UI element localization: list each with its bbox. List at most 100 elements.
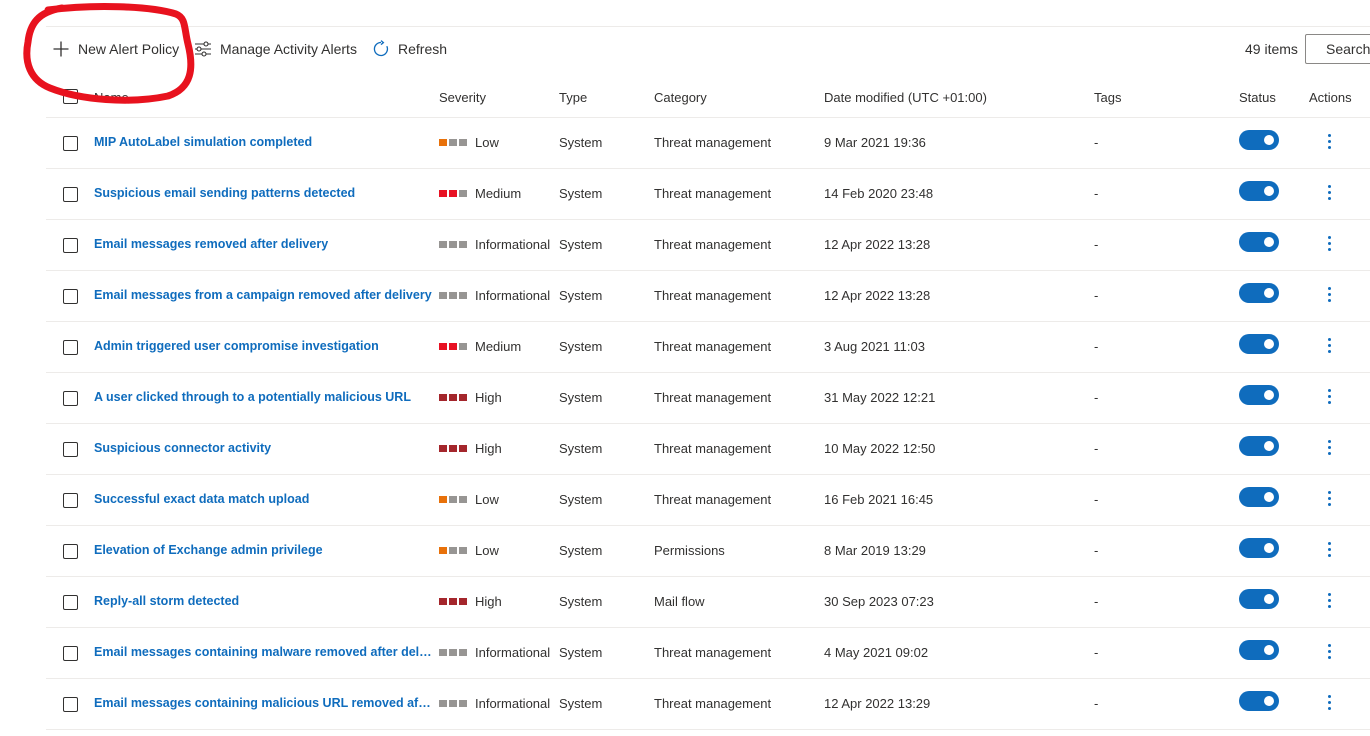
severity-label: Informational xyxy=(475,645,551,660)
column-header-status[interactable]: Status xyxy=(1239,90,1276,105)
new-alert-policy-button[interactable]: New Alert Policy xyxy=(52,32,179,66)
search-box[interactable] xyxy=(1305,34,1370,64)
more-actions-icon[interactable] xyxy=(1321,334,1337,356)
policy-name-link[interactable]: Suspicious email sending patterns detect… xyxy=(94,186,355,200)
table-header: Name Severity Type Category Date modifie… xyxy=(46,78,1370,118)
table-row[interactable]: MIP AutoLabel simulation completed Low Sys… xyxy=(46,118,1370,169)
severity-bar xyxy=(459,598,467,605)
refresh-button[interactable]: Refresh xyxy=(372,32,447,66)
table-row[interactable]: Suspicious email sending patterns detect… xyxy=(46,169,1370,220)
severity-indicator: Medium xyxy=(439,339,521,354)
status-toggle[interactable] xyxy=(1239,436,1279,456)
more-actions-icon[interactable] xyxy=(1321,640,1337,662)
table-row[interactable]: Email messages containing malicious URL … xyxy=(46,679,1370,730)
date-modified-cell: 9 Mar 2021 19:36 xyxy=(824,135,926,150)
type-cell: System xyxy=(559,288,603,303)
column-header-category[interactable]: Category xyxy=(654,90,707,105)
table-row[interactable]: Elevation of Exchange admin privilege Low… xyxy=(46,526,1370,577)
type-cell: System xyxy=(559,543,603,558)
policy-name-link[interactable]: Admin triggered user compromise investig… xyxy=(94,339,379,353)
column-header-date-modified[interactable]: Date modified (UTC +01:00) xyxy=(824,90,987,105)
row-checkbox[interactable] xyxy=(63,442,78,457)
column-header-type[interactable]: Type xyxy=(559,90,587,105)
severity-bars xyxy=(439,394,467,401)
toggle-knob xyxy=(1264,645,1274,655)
status-toggle[interactable] xyxy=(1239,283,1279,303)
status-toggle[interactable] xyxy=(1239,181,1279,201)
column-header-name[interactable]: Name xyxy=(94,90,129,105)
row-checkbox[interactable] xyxy=(63,187,78,202)
severity-bars xyxy=(439,343,467,350)
severity-bar xyxy=(439,190,447,197)
row-checkbox[interactable] xyxy=(63,136,78,151)
more-actions-icon[interactable] xyxy=(1321,130,1337,152)
row-checkbox[interactable] xyxy=(63,493,78,508)
status-toggle[interactable] xyxy=(1239,589,1279,609)
toggle-knob xyxy=(1264,492,1274,502)
status-toggle[interactable] xyxy=(1239,232,1279,252)
policy-name-link[interactable]: Reply-all storm detected xyxy=(94,594,239,608)
row-checkbox[interactable] xyxy=(63,595,78,610)
more-actions-icon[interactable] xyxy=(1321,487,1337,509)
table-row[interactable]: Email messages containing malware remove… xyxy=(46,628,1370,679)
severity-bar xyxy=(449,649,457,656)
more-actions-icon[interactable] xyxy=(1321,385,1337,407)
more-actions-icon[interactable] xyxy=(1321,181,1337,203)
status-toggle[interactable] xyxy=(1239,487,1279,507)
policy-name-link[interactable]: Elevation of Exchange admin privilege xyxy=(94,543,323,557)
column-header-severity[interactable]: Severity xyxy=(439,90,486,105)
manage-activity-alerts-button[interactable]: Manage Activity Alerts xyxy=(194,32,357,66)
table-row[interactable]: Suspicious connector activity High System T… xyxy=(46,424,1370,475)
table-row[interactable]: Reply-all storm detected High System Mail f… xyxy=(46,577,1370,628)
more-actions-icon[interactable] xyxy=(1321,691,1337,713)
status-toggle[interactable] xyxy=(1239,130,1279,150)
severity-bar xyxy=(459,496,467,503)
policy-name-link[interactable]: Email messages containing malware remove… xyxy=(94,645,432,659)
row-checkbox[interactable] xyxy=(63,391,78,406)
policy-name-link[interactable]: Email messages containing malicious URL … xyxy=(94,696,432,710)
table-row[interactable]: Email messages from a campaign removed a… xyxy=(46,271,1370,322)
tags-cell: - xyxy=(1094,288,1099,303)
column-header-tags[interactable]: Tags xyxy=(1094,90,1121,105)
status-toggle[interactable] xyxy=(1239,334,1279,354)
table-row[interactable]: A user clicked through to a potentially … xyxy=(46,373,1370,424)
row-checkbox[interactable] xyxy=(63,544,78,559)
more-actions-icon[interactable] xyxy=(1321,538,1337,560)
policy-name-link[interactable]: Email messages removed after delivery xyxy=(94,237,328,251)
search-input[interactable] xyxy=(1326,41,1370,57)
policy-name-link[interactable]: Suspicious connector activity xyxy=(94,441,271,455)
row-checkbox[interactable] xyxy=(63,340,78,355)
more-actions-icon[interactable] xyxy=(1321,232,1337,254)
date-modified-cell: 12 Apr 2022 13:29 xyxy=(824,696,931,711)
severity-bar xyxy=(449,547,457,554)
severity-bar xyxy=(439,241,447,248)
severity-bars xyxy=(439,241,467,248)
severity-indicator: High xyxy=(439,594,502,609)
select-all-checkbox[interactable] xyxy=(63,89,78,104)
more-actions-icon[interactable] xyxy=(1321,436,1337,458)
type-cell: System xyxy=(559,594,603,609)
policy-name-link[interactable]: Successful exact data match upload xyxy=(94,492,309,506)
table-row[interactable]: Admin triggered user compromise investig… xyxy=(46,322,1370,373)
severity-bar xyxy=(439,292,447,299)
policy-name-link[interactable]: Email messages from a campaign removed a… xyxy=(94,288,432,302)
status-toggle[interactable] xyxy=(1239,640,1279,660)
severity-label: Informational xyxy=(475,696,551,711)
policy-name-link[interactable]: A user clicked through to a potentially … xyxy=(94,390,411,404)
row-checkbox[interactable] xyxy=(63,289,78,304)
row-checkbox[interactable] xyxy=(63,238,78,253)
more-actions-icon[interactable] xyxy=(1321,589,1337,611)
policy-name-link[interactable]: MIP AutoLabel simulation completed xyxy=(94,135,312,149)
row-checkbox[interactable] xyxy=(63,697,78,712)
table-row[interactable]: Email messages removed after delivery Inf… xyxy=(46,220,1370,271)
status-toggle[interactable] xyxy=(1239,538,1279,558)
severity-bars xyxy=(439,496,467,503)
toggle-knob xyxy=(1264,186,1274,196)
table-row[interactable]: Successful exact data match upload Low Sys… xyxy=(46,475,1370,526)
toggle-knob xyxy=(1264,696,1274,706)
severity-bar xyxy=(449,445,457,452)
status-toggle[interactable] xyxy=(1239,691,1279,711)
status-toggle[interactable] xyxy=(1239,385,1279,405)
row-checkbox[interactable] xyxy=(63,646,78,661)
more-actions-icon[interactable] xyxy=(1321,283,1337,305)
